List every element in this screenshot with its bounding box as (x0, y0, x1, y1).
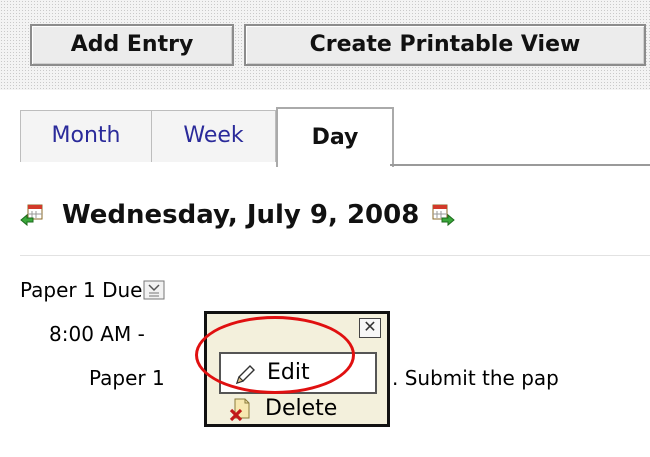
tab-month[interactable]: Month (20, 110, 152, 162)
tab-day[interactable]: Day (276, 107, 394, 167)
entry-time: 8:00 AM - (49, 322, 145, 346)
entry-title-row: Paper 1 Due (20, 278, 165, 302)
next-day-icon[interactable] (431, 203, 456, 227)
header-divider (20, 255, 650, 256)
close-icon[interactable]: ✕ (359, 318, 381, 338)
entry-title[interactable]: Paper 1 Due (20, 278, 142, 302)
create-printable-view-button[interactable]: Create Printable View (244, 24, 646, 66)
tab-baseline (390, 164, 650, 166)
pencil-icon (233, 362, 257, 386)
add-entry-button[interactable]: Add Entry (30, 24, 234, 66)
toolbar: Add Entry Create Printable View (30, 24, 646, 66)
entry-context-menu: ✕ Edit Delete (204, 311, 390, 427)
menu-item-label: Delete (265, 396, 338, 421)
entry-menu-icon[interactable] (143, 280, 165, 300)
tab-week[interactable]: Week (151, 110, 276, 162)
delete-icon (229, 396, 255, 422)
previous-day-icon[interactable] (20, 203, 44, 227)
entry-description-start: Paper 1 (89, 366, 165, 390)
day-title: Wednesday, July 9, 2008 (62, 200, 420, 230)
menu-item-label: Edit (267, 360, 310, 385)
entry-description-end: . Submit the pap (392, 366, 559, 390)
menu-item-edit[interactable]: Edit (219, 352, 377, 394)
day-header: Wednesday, July 9, 2008 (20, 195, 456, 235)
menu-item-delete[interactable]: Delete (219, 394, 377, 424)
